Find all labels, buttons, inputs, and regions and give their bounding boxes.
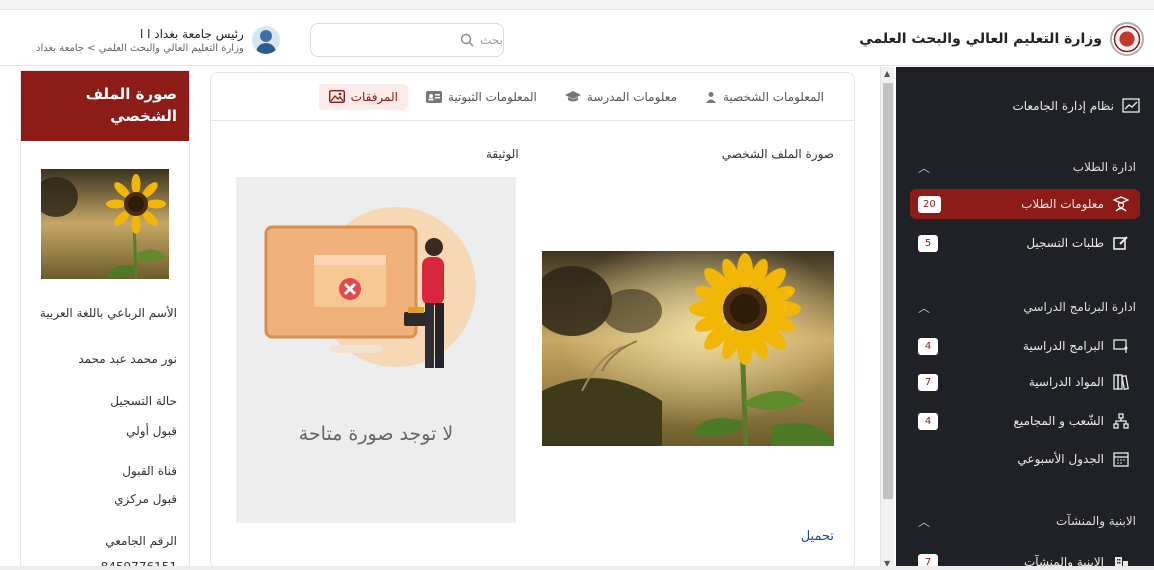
chevron-up-icon: ︿	[918, 160, 931, 175]
sidebar-item-weekly-schedule[interactable]: الجدول الأسبوعي	[910, 444, 1140, 474]
presentation-icon	[1112, 337, 1130, 355]
person-icon	[705, 91, 717, 103]
registration-status-value: قبول أولي	[126, 424, 177, 438]
ministry-title: وزارة التعليم العالي والبحث العلمي	[859, 31, 1102, 47]
profile-panel: صورة الملف الشخصي الأسم الرباعي باللغة ا…	[20, 70, 190, 570]
edit-icon	[1112, 234, 1130, 252]
document-label: الوثيقة	[486, 147, 519, 161]
download-link[interactable]: تحميل	[801, 529, 834, 544]
page-scrollbar[interactable]: ▲ ▼	[880, 67, 894, 570]
scrollbar-thumb[interactable]	[883, 83, 893, 499]
tab-label: المعلومات الثبوتية	[447, 89, 537, 104]
id-card-icon	[425, 90, 442, 103]
admission-channel-label: قناة القبول	[122, 464, 177, 478]
image-icon	[328, 90, 345, 103]
search-input[interactable]: بحث	[310, 23, 504, 57]
sidebar-item-study-programs[interactable]: البرامج الدراسية 4	[910, 331, 1140, 361]
count-badge: 4	[918, 337, 938, 355]
ministry-brand[interactable]: وزارة التعليم العالي والبحث العلمي	[859, 22, 1144, 56]
sidebar-item-registration-requests[interactable]: طلبات التسجيل 5	[910, 228, 1140, 258]
tab-bar: المعلومات الشخصية معلومات المدرسة المعلو…	[211, 73, 854, 121]
full-name-value: نور محمد عبد محمد	[78, 352, 177, 366]
calendar-icon	[1112, 450, 1130, 468]
ministry-logo-icon	[1110, 22, 1144, 56]
full-name-label: الأسم الرباعي باللغة العربية	[39, 306, 177, 320]
sidebar-section-buildings[interactable]: الابنية والمنشآت ︿	[910, 511, 1140, 531]
sidebar-item-university-system[interactable]: نظام إدارة الجامعات	[910, 91, 1140, 121]
tab-personal-info[interactable]: المعلومات الشخصية	[695, 84, 834, 110]
breadcrumb: وزارة التعليم العالي والبحث العلمي > جام…	[36, 42, 244, 54]
section-title: ادارة البرنامج الدراسي	[1023, 300, 1136, 314]
chevron-up-icon: ︿	[918, 300, 931, 315]
graduation-cap-icon	[564, 90, 581, 103]
user-name: رئيس جامعة بغداد ا ا	[139, 26, 244, 41]
chevron-up-icon: ︿	[918, 514, 931, 529]
no-image-illustration	[264, 207, 476, 368]
sidebar-item-label: نظام إدارة الجامعات	[1012, 99, 1114, 113]
profile-thumbnail-image[interactable]	[41, 169, 169, 279]
university-id-label: الرقم الجامعي	[105, 534, 177, 548]
sidebar-item-label: البرامج الدراسية	[1022, 339, 1104, 353]
tab-label: معلومات المدرسة	[586, 89, 677, 104]
student-icon	[1112, 195, 1130, 213]
bottom-scrollbar[interactable]	[0, 566, 1154, 570]
section-title: الابنية والمنشآت	[1055, 514, 1136, 528]
tab-label: المعلومات الشخصية	[723, 89, 824, 104]
sidebar-item-study-subjects[interactable]: المواد الدراسية 7	[910, 367, 1140, 397]
sidebar: نظام إدارة الجامعات ادارة الطلاب ︿ معلوم…	[896, 67, 1154, 570]
no-image-text: لا توجد صورة متاحة	[298, 423, 454, 445]
user-menu[interactable]: رئيس جامعة بغداد ا ا وزارة التعليم العال…	[36, 26, 280, 54]
registration-status-label: حالة التسجيل	[110, 394, 177, 408]
sidebar-item-student-info[interactable]: معلومات الطلاب 20	[910, 189, 1140, 219]
document-image-placeholder: لا توجد صورة متاحة	[236, 177, 516, 523]
sidebar-item-label: معلومات الطلاب	[1021, 197, 1104, 211]
section-title: ادارة الطلاب	[1072, 160, 1136, 174]
books-icon	[1112, 373, 1130, 391]
admission-channel-value: قبول مركزي	[114, 492, 177, 506]
sidebar-item-label: الجدول الأسبوعي	[1017, 452, 1104, 466]
avatar	[251, 26, 280, 54]
sidebar-section-students[interactable]: ادارة الطلاب ︿	[910, 157, 1140, 177]
count-badge: 4	[918, 412, 938, 430]
count-badge: 5	[918, 234, 938, 252]
count-badge: 20	[918, 195, 941, 213]
hierarchy-icon	[1112, 412, 1130, 430]
profile-photo-label: صورة الملف الشخصي	[721, 147, 834, 161]
sidebar-item-label: طلبات التسجيل	[1026, 236, 1104, 250]
tab-identity-info[interactable]: المعلومات الثبوتية	[416, 84, 547, 110]
sidebar-item-label: الشّعب و المجاميع	[1013, 414, 1104, 428]
search-icon	[460, 33, 474, 47]
student-details-card: المعلومات الشخصية معلومات المدرسة المعلو…	[210, 72, 855, 570]
search-placeholder: بحث	[480, 33, 503, 47]
profile-photo-image[interactable]	[542, 251, 834, 446]
top-bar: وزارة التعليم العالي والبحث العلمي بحث ر…	[0, 0, 1154, 66]
count-badge: 7	[918, 373, 938, 391]
sidebar-item-sections-groups[interactable]: الشّعب و المجاميع 4	[910, 406, 1140, 436]
chart-icon	[1122, 97, 1140, 115]
browser-strip	[0, 0, 1154, 10]
sidebar-item-label: المواد الدراسية	[1028, 375, 1104, 389]
tab-attachments[interactable]: المرفقات	[318, 83, 408, 110]
sidebar-section-programs[interactable]: ادارة البرنامج الدراسي ︿	[910, 297, 1140, 317]
tab-label: المرفقات	[350, 89, 398, 104]
tab-school-info[interactable]: معلومات المدرسة	[555, 84, 687, 110]
scroll-up-arrow-icon[interactable]: ▲	[884, 69, 890, 78]
profile-panel-title: صورة الملف الشخصي	[21, 71, 189, 141]
